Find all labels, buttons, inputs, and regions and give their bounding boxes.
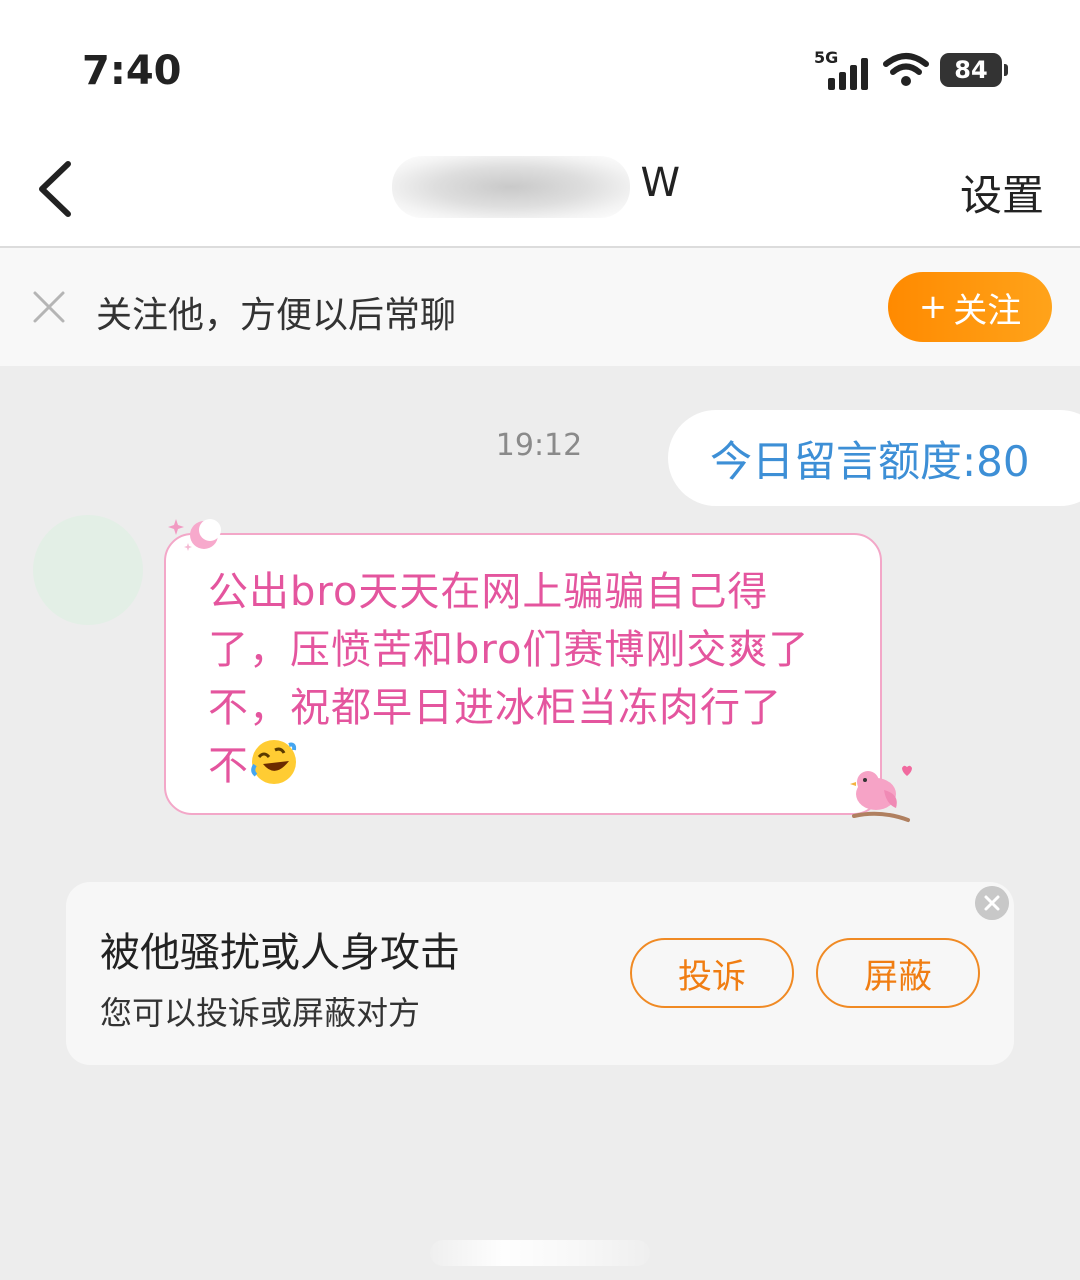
follow-prompt-text: 关注他，方便以后常聊 xyxy=(96,295,457,336)
follow-button[interactable]: + 关注 xyxy=(888,272,1052,342)
follow-button-label: 关注 xyxy=(953,290,1022,331)
settings-button[interactable]: 设置 xyxy=(960,162,1044,223)
status-icons: 5G 84 xyxy=(814,48,1008,92)
quota-bubble: 今日留言额度:80 xyxy=(668,410,1080,506)
message-line: 了，压愤苦和bro们赛博刚交爽了 xyxy=(208,627,810,673)
close-icon[interactable] xyxy=(32,290,66,324)
status-time: 7:40 xyxy=(82,48,182,94)
message-line: 不 xyxy=(208,737,854,795)
signal-icon: 5G xyxy=(814,48,872,90)
report-subtitle: 您可以投诉或屏蔽对方 xyxy=(100,994,421,1032)
chevron-left-icon[interactable] xyxy=(30,158,80,220)
message-timestamp: 19:12 xyxy=(495,428,583,463)
avatar[interactable] xyxy=(33,515,143,625)
pink-bird-icon xyxy=(850,765,912,822)
plus-icon: + xyxy=(918,287,948,327)
block-button[interactable]: 屏蔽 xyxy=(816,938,980,1008)
message-line: 公出bro天天在网上骗骗自己得 xyxy=(208,569,769,615)
rolling-laughing-emoji-icon xyxy=(251,740,297,784)
battery-icon: 84 xyxy=(940,53,1008,87)
home-indicator xyxy=(430,1240,650,1266)
nav-bar: W 设置 xyxy=(0,130,1080,248)
incoming-message-bubble[interactable]: 公出bro天天在网上骗骗自己得 了，压愤苦和bro们赛博刚交爽了 不，祝都早日进… xyxy=(164,533,882,815)
message-text: 公出bro天天在网上骗骗自己得 了，压愤苦和bro们赛博刚交爽了 不，祝都早日进… xyxy=(208,563,854,795)
wifi-icon xyxy=(883,53,929,86)
complain-button[interactable]: 投诉 xyxy=(630,938,794,1008)
close-icon[interactable] xyxy=(975,886,1009,920)
message-line: 不，祝都早日进冰柜当冻肉行了 xyxy=(208,685,782,731)
report-title: 被他骚扰或人身攻击 xyxy=(100,930,460,976)
status-bar: 7:40 5G 84 xyxy=(0,0,1080,130)
title-redaction-blur xyxy=(392,156,630,218)
follow-suggestion-bar: 关注他，方便以后常聊 + 关注 xyxy=(0,248,1080,366)
moon-sparkle-icon xyxy=(168,519,221,551)
